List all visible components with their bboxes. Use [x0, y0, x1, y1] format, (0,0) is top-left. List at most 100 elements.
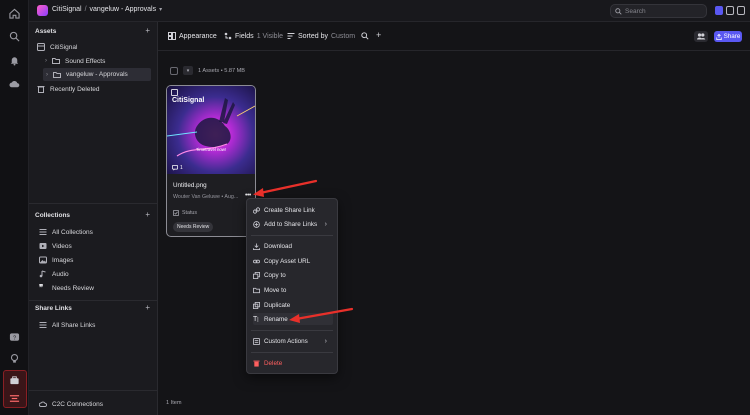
move-icon: [253, 287, 260, 294]
sidebar: Assets + CitiSignal › Sound Effects › va…: [29, 22, 158, 415]
breadcrumb: CitiSignal / vangeluw - Approvals ▾: [52, 6, 162, 13]
asset-summary: 1 Assets • 5.87 MB: [198, 67, 246, 74]
fields-button[interactable]: Fields 1 Visible: [224, 32, 283, 40]
menu-item-copy-asset-url[interactable]: Copy Asset URL: [253, 255, 333, 267]
sidebar-item-audio[interactable]: Audio: [39, 268, 69, 280]
menu-divider: [251, 330, 333, 331]
comment-icon: [172, 165, 178, 171]
menu-item-copy-to[interactable]: Copy to: [253, 269, 333, 281]
menu-item-label: Move to: [264, 286, 287, 294]
thumbnail-logo: CitiSignal: [172, 97, 205, 104]
chevron-right-icon[interactable]: ›: [46, 72, 48, 78]
sort-button[interactable]: Sorted by Custom: [287, 32, 355, 40]
sidebar-item-vangeluw-approvals[interactable]: › vangeluw - Approvals: [43, 68, 151, 81]
sidebar-item-c2c-connections[interactable]: C2C Connections: [39, 398, 103, 410]
left-rail: ?: [0, 0, 29, 415]
share-button[interactable]: Share: [714, 31, 742, 42]
menu-divider: [251, 352, 333, 353]
sidebar-item-images[interactable]: Images: [39, 254, 73, 266]
sidebar-item-label: All Collections: [52, 228, 93, 236]
appearance-label: Appearance: [179, 32, 217, 40]
search-placeholder: Search: [625, 7, 646, 15]
breadcrumb-org[interactable]: CitiSignal: [52, 6, 82, 13]
search-icon: [615, 7, 622, 15]
project-icon: [37, 43, 45, 51]
sidebar-item-recently-deleted[interactable]: Recently Deleted: [37, 83, 100, 95]
menu-item-label: Delete: [264, 359, 283, 367]
list-icon: [39, 228, 47, 236]
search-icon[interactable]: [361, 32, 369, 40]
add-share-link-icon[interactable]: +: [145, 303, 150, 312]
lightbulb-icon[interactable]: [9, 353, 20, 364]
sidebar-item-citisignal[interactable]: CitiSignal: [37, 41, 77, 53]
home-icon[interactable]: [9, 8, 20, 19]
sidebar-item-label: Needs Review: [52, 284, 94, 292]
menu-item-label: Copy to: [264, 271, 286, 279]
bell-icon[interactable]: [9, 55, 20, 66]
svg-text:?: ?: [13, 335, 16, 341]
download-icon: [253, 242, 260, 250]
status-badge[interactable]: Needs Review: [173, 222, 214, 232]
status-icon: [173, 210, 179, 216]
appearance-button[interactable]: Appearance: [168, 32, 217, 40]
sidebar-item-label: Audio: [52, 270, 69, 278]
account-icon[interactable]: [715, 6, 723, 15]
toolbar: Appearance Fields 1 Visible Sorted by Cu…: [158, 22, 750, 51]
sort-icon: [287, 32, 295, 40]
chevron-right-icon[interactable]: ›: [45, 58, 47, 64]
folder-icon: [53, 71, 61, 79]
menu-item-move-to[interactable]: Move to: [253, 284, 333, 296]
trash-icon: [37, 85, 45, 93]
asset-checkbox[interactable]: [171, 89, 178, 96]
comment-count-value: 1: [180, 165, 183, 171]
text-cursor-icon: T|: [253, 315, 259, 323]
c2c-icon[interactable]: [9, 393, 20, 404]
cloud-icon: [39, 400, 47, 408]
briefcase-icon[interactable]: [9, 375, 20, 386]
context-menu: Create Share Link Add to Share Links › D…: [246, 198, 338, 374]
sidebar-item-needs-review[interactable]: ❞ Needs Review: [39, 282, 94, 294]
menu-item-delete[interactable]: Delete: [253, 357, 333, 369]
link-icon: [253, 258, 260, 265]
menu-item-add-to-share-links[interactable]: Add to Share Links ›: [253, 218, 333, 230]
sidebar-item-label: Recently Deleted: [50, 85, 100, 93]
item-count: 1 Item: [166, 400, 182, 406]
sidebar-item-sound-effects[interactable]: › Sound Effects: [45, 55, 105, 67]
panel-icon[interactable]: [726, 6, 734, 15]
people-icon[interactable]: [694, 31, 708, 42]
help-icon[interactable]: ?: [9, 332, 20, 343]
status-label: Status: [182, 210, 198, 216]
breadcrumb-separator: /: [84, 6, 87, 13]
add-asset-icon[interactable]: +: [145, 26, 150, 35]
select-all-checkbox[interactable]: [170, 66, 178, 75]
chevron-down-icon[interactable]: ▾: [183, 66, 193, 75]
workspace-logo[interactable]: [37, 5, 48, 16]
layout-icon[interactable]: [737, 6, 745, 15]
menu-item-label: Download: [264, 242, 293, 250]
share-icon: [715, 33, 722, 40]
share-links-icon: [253, 220, 260, 228]
annotation-arrow-icon: [253, 179, 318, 197]
sidebar-item-videos[interactable]: Videos: [39, 240, 72, 252]
search-input[interactable]: Search: [610, 4, 707, 18]
comment-count[interactable]: 1: [172, 165, 183, 171]
share-links-header: Share Links: [35, 305, 72, 312]
add-collection-icon[interactable]: +: [145, 210, 150, 219]
sidebar-item-all-share-links[interactable]: All Share Links: [39, 319, 95, 331]
cloud-upload-icon[interactable]: [9, 79, 20, 90]
menu-item-create-share-link[interactable]: Create Share Link: [253, 204, 333, 216]
asset-thumbnail[interactable]: CitiSignal Timetravel now! 1: [167, 86, 255, 174]
menu-divider: [251, 235, 333, 236]
sidebar-item-label: Images: [52, 256, 74, 264]
breadcrumb-folder[interactable]: vangeluw - Approvals: [90, 6, 157, 13]
sidebar-item-label: All Share Links: [52, 321, 96, 329]
menu-item-custom-actions[interactable]: Custom Actions ›: [253, 335, 333, 347]
add-icon[interactable]: +: [376, 30, 381, 40]
fields-label: Fields: [235, 32, 254, 40]
search-icon[interactable]: [9, 31, 20, 42]
grid-icon: [168, 32, 176, 40]
sidebar-item-all-collections[interactable]: All Collections: [39, 226, 93, 238]
asset-card[interactable]: CitiSignal Timetravel now! 1 Untitled.pn…: [166, 85, 256, 237]
menu-item-download[interactable]: Download: [253, 240, 333, 252]
chevron-down-icon[interactable]: ▾: [159, 6, 162, 13]
